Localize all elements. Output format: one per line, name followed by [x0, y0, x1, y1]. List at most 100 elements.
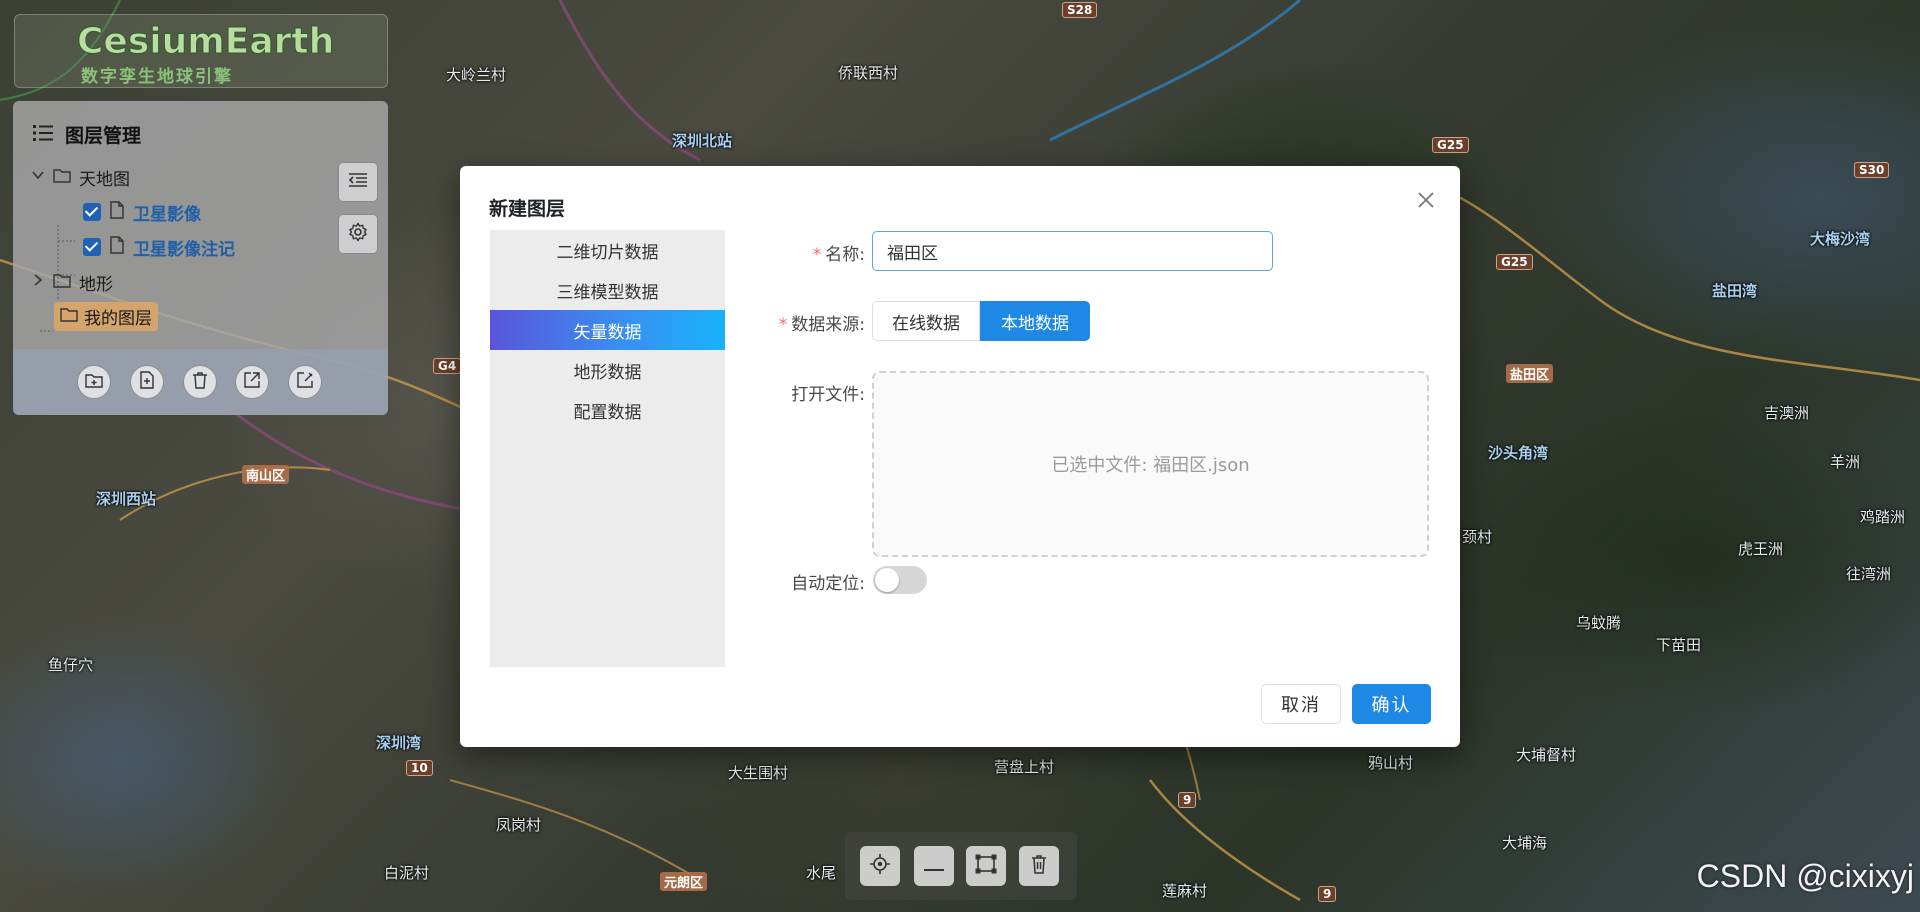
file-dropzone[interactable]: 已选中文件: 福田区.json — [872, 371, 1429, 557]
map-label: 吉澳洲 — [1764, 404, 1810, 422]
map-label: 侨联西村 — [838, 64, 899, 82]
checkbox-checked[interactable] — [83, 238, 101, 256]
map-label: 鸦山村 — [1368, 754, 1414, 772]
road-shield: 9 — [1318, 886, 1337, 902]
map-label: 凤岗村 — [496, 816, 542, 834]
folder-icon — [53, 167, 71, 188]
road-shield: 10 — [406, 760, 433, 776]
road-shield: S30 — [1854, 162, 1890, 178]
indent-toggle-button[interactable] — [338, 162, 378, 202]
map-label: 深圳湾 — [376, 734, 422, 752]
map-label: 盐田湾 — [1712, 282, 1758, 300]
settings-button[interactable] — [338, 214, 378, 254]
road-shield: G4 — [433, 358, 462, 374]
folder-icon — [60, 306, 78, 327]
road-shield: S28 — [1062, 2, 1098, 18]
map-label: 大梅沙湾 — [1810, 230, 1871, 248]
delete-layer-button[interactable] — [183, 365, 217, 399]
auto-locate-switch[interactable] — [873, 566, 927, 594]
menu-item-config[interactable]: 配置数据 — [490, 390, 725, 430]
file-add-icon — [139, 371, 155, 393]
map-label: 深圳北站 — [672, 132, 733, 150]
tree-node-my-layers[interactable]: 我的图层 — [54, 301, 158, 331]
trash-icon — [1031, 854, 1047, 878]
name-label-text: 名称: — [825, 245, 865, 265]
add-folder-button[interactable] — [77, 365, 111, 399]
folder-icon — [53, 272, 71, 293]
trash-icon — [192, 371, 208, 393]
tree-node-label: 卫星影像注记 — [133, 239, 235, 260]
layer-panel-footer — [13, 349, 388, 415]
edit-icon — [296, 371, 314, 393]
draw-line-button[interactable] — [914, 846, 954, 886]
name-input[interactable] — [872, 231, 1273, 271]
map-label: 大埔海 — [1502, 834, 1548, 852]
export-layer-button[interactable] — [235, 365, 269, 399]
locate-button[interactable] — [860, 846, 900, 886]
folder-add-icon — [85, 372, 103, 392]
draw-rectangle-button[interactable] — [966, 846, 1006, 886]
map-label: 乌蚊腾 — [1576, 614, 1622, 632]
source-online-button[interactable]: 在线数据 — [872, 301, 980, 341]
cancel-button[interactable]: 取消 — [1261, 684, 1341, 724]
gear-icon — [348, 222, 368, 246]
auto-locate-label: 自动定位: — [791, 574, 865, 594]
tree-node-label: 我的图层 — [84, 308, 152, 329]
file-label: 打开文件: — [791, 385, 865, 405]
file-icon — [109, 200, 125, 224]
export-icon — [243, 371, 261, 393]
map-label: 下苗田 — [1656, 636, 1702, 654]
tree-node-selected[interactable]: 我的图层 — [54, 301, 158, 331]
menu-item-3d-model[interactable]: 三维模型数据 — [490, 270, 725, 310]
map-label: 沙头角湾 — [1488, 444, 1549, 462]
confirm-button[interactable]: 确认 — [1352, 684, 1431, 724]
source-label-text: 数据来源: — [791, 315, 865, 335]
menu-item-2d-tiles[interactable]: 二维切片数据 — [490, 230, 725, 270]
tree-node-label: 卫星影像 — [133, 204, 201, 225]
map-label: 营盘上村 — [994, 758, 1055, 776]
watermark: CSDN @cixixyj — [1696, 858, 1914, 894]
road-shield: 9 — [1178, 792, 1197, 808]
menu-item-vector[interactable]: 矢量数据 — [490, 310, 725, 350]
selected-file-text: 已选中文件: 福田区.json — [1051, 455, 1250, 476]
checkbox-checked[interactable] — [83, 203, 101, 221]
chevron-down-icon[interactable] — [31, 167, 45, 187]
map-label: 大生围村 — [728, 764, 789, 782]
map-label: 大岭兰村 — [446, 66, 507, 84]
add-layer-button[interactable] — [130, 365, 164, 399]
map-label: 颈村 — [1462, 528, 1493, 546]
data-type-menu: 二维切片数据 三维模型数据 矢量数据 地形数据 配置数据 — [490, 230, 725, 667]
road-shield: G25 — [1432, 137, 1469, 153]
tree-node-terrain[interactable]: 地形 — [31, 268, 113, 296]
menu-item-terrain[interactable]: 地形数据 — [490, 350, 725, 390]
source-label: * 数据来源: — [778, 315, 865, 335]
map-label: 盐田区 — [1506, 364, 1554, 383]
new-layer-dialog: 新建图层 二维切片数据 三维模型数据 矢量数据 地形数据 配置数据 *名称: *… — [460, 166, 1460, 747]
tree-node-tianditu[interactable]: 天地图 — [31, 163, 130, 191]
file-icon — [109, 235, 125, 259]
chevron-right-icon[interactable] — [31, 272, 45, 292]
tree-node-satellite-annotation[interactable]: 卫星影像注记 — [83, 233, 235, 261]
dialog-title: 新建图层 — [489, 198, 566, 220]
map-label: 鸡踏洲 — [1860, 508, 1906, 526]
tree-node-satellite[interactable]: 卫星影像 — [83, 198, 201, 226]
tree-node-label: 天地图 — [79, 169, 130, 190]
map-label: 深圳西站 — [96, 490, 157, 508]
clear-drawing-button[interactable] — [1019, 846, 1059, 886]
map-label: 水尾 — [806, 864, 837, 882]
road-shield: G25 — [1496, 254, 1533, 270]
source-local-button[interactable]: 本地数据 — [980, 301, 1090, 341]
minus-icon — [924, 857, 944, 876]
map-label: 羊洲 — [1830, 453, 1861, 471]
tree-node-label: 地形 — [79, 274, 113, 295]
name-label: * 名称: — [812, 245, 865, 265]
map-label: 元朗区 — [660, 872, 708, 891]
locate-icon — [869, 853, 891, 879]
close-icon[interactable] — [1414, 188, 1438, 212]
layer-panel: 图层管理 天地图 卫星影像 卫星影像注记 地形 我的图层 — [13, 101, 388, 415]
map-toolbar — [845, 832, 1077, 900]
list-indent-icon — [348, 172, 368, 192]
edit-layer-button[interactable] — [288, 365, 322, 399]
app-logo: CesiumEarth 数字孪生地球引擎 — [14, 14, 388, 88]
map-label: 南山区 — [242, 465, 290, 484]
